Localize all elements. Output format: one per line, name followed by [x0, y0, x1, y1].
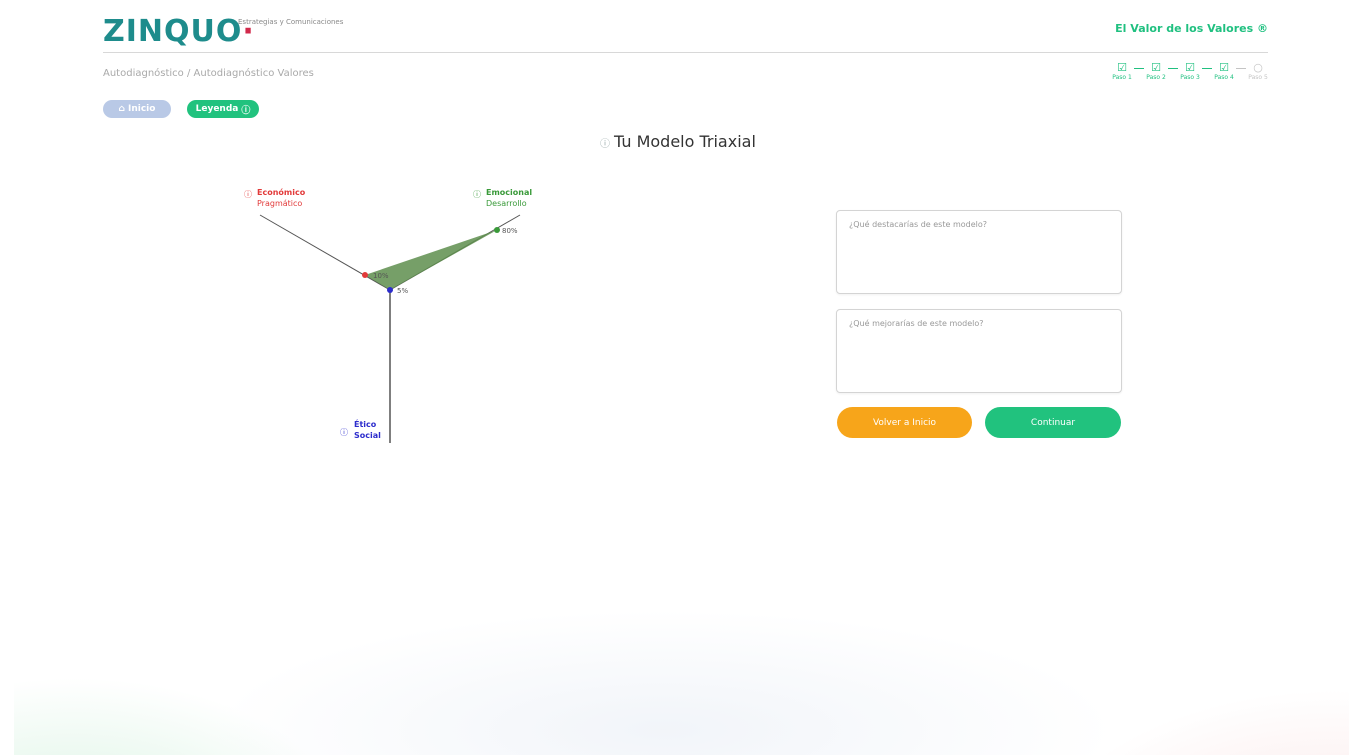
page-title: ⓘ Tu Modelo Triaxial: [600, 132, 756, 151]
valor-link[interactable]: El Valor de los Valores ®: [1115, 22, 1268, 35]
step-1: ☑ Paso 1: [1112, 61, 1132, 82]
step-connector: [1168, 68, 1178, 69]
check-icon: ☑: [1151, 61, 1161, 74]
triaxial-chart: 10% 80% 5% ⓘ Económico Pragmático ⓘ Emoc…: [244, 187, 532, 443]
improve-textarea[interactable]: ¿Qué mejorarías de este modelo?: [836, 309, 1122, 393]
step-connector: [1236, 68, 1246, 69]
economico-label-2: Pragmático: [257, 199, 302, 208]
leyenda-button[interactable]: Leyenda ⓘ: [187, 100, 259, 118]
step-2: ☑ Paso 2: [1146, 61, 1166, 82]
back-button[interactable]: Volver a Inicio: [837, 407, 972, 438]
step-3: ☑ Paso 3: [1180, 61, 1200, 82]
breadcrumb: Autodiagnóstico / Autodiagnóstico Valore…: [103, 68, 314, 79]
header-divider: [103, 52, 1268, 53]
background-gradient: [14, 300, 1349, 755]
check-icon: ☑: [1117, 61, 1127, 74]
economico-label-1: Económico: [257, 187, 306, 197]
brand-tagline: Estrategias y Comunicaciones: [238, 18, 344, 26]
emocional-point: [494, 227, 500, 233]
step-connector: [1134, 68, 1144, 69]
step-5: ○ Paso 5: [1248, 61, 1268, 82]
emocional-label-2: Desarrollo: [486, 199, 527, 208]
help-icon[interactable]: ⓘ: [473, 190, 481, 199]
info-icon: ⓘ: [241, 105, 251, 116]
help-icon[interactable]: ⓘ: [340, 428, 348, 437]
step-4: ☑ Paso 4: [1214, 61, 1234, 82]
etico-point: [387, 287, 393, 293]
triaxial-area: [365, 230, 497, 290]
etico-value: 5%: [397, 287, 408, 295]
brand-logo[interactable]: ZINQUO·: [103, 16, 255, 48]
info-icon[interactable]: ⓘ: [600, 139, 610, 150]
emocional-label-1: Emocional: [486, 188, 532, 197]
check-icon: ☑: [1219, 61, 1229, 74]
progress-steps: ☑ Paso 1 ☑ Paso 2 ☑ Paso 3 ☑ Paso 4 ○ Paso 5: [1112, 62, 1268, 82]
continue-button[interactable]: Continuar: [985, 407, 1121, 438]
top-bar: ZINQUO· Estrategias y Comunicaciones El …: [103, 12, 1268, 52]
step-connector: [1202, 68, 1212, 69]
home-icon: ⌂: [118, 104, 125, 114]
axis-economico: [259, 214, 391, 291]
highlight-textarea[interactable]: ¿Qué destacarías de este modelo?: [836, 210, 1122, 294]
emocional-value: 80%: [502, 227, 518, 235]
etico-label-1: Ético: [354, 418, 377, 429]
help-icon[interactable]: ⓘ: [244, 190, 252, 199]
economico-value: 10%: [373, 272, 389, 280]
etico-label-2: Social: [354, 431, 381, 440]
check-icon: ☑: [1185, 61, 1195, 74]
inicio-button[interactable]: ⌂ Inicio: [103, 100, 171, 118]
economico-point: [362, 272, 368, 278]
circle-icon: ○: [1253, 61, 1263, 74]
